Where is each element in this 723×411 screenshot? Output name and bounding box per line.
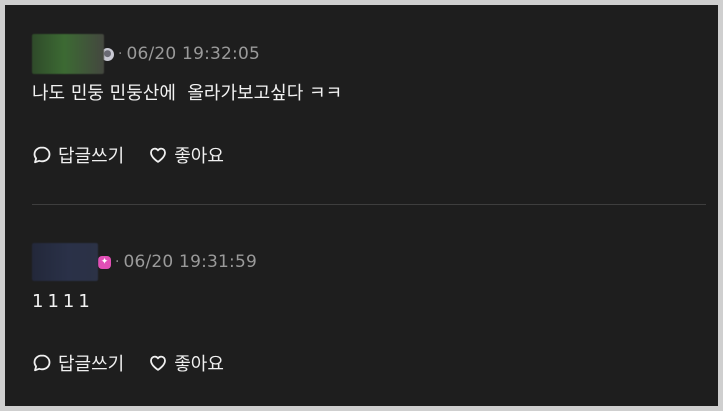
heart-icon — [150, 355, 167, 371]
comment-actions: 답글쓰기 좋아요 — [32, 143, 706, 167]
comment-text: 1111 — [32, 291, 94, 312]
comment-meta: ✦ · 06/20 19:31:59 — [32, 242, 706, 282]
comment-divider — [32, 204, 706, 205]
meta-separator: · — [118, 46, 123, 62]
reply-label: 답글쓰기 — [58, 354, 125, 375]
comment-text: 나도 민둥 민둥산에 올라가보고싶다 ㅋㅋ — [32, 83, 343, 104]
meta-separator: · — [115, 254, 120, 270]
comment-timestamp: 06/20 19:32:05 — [126, 44, 260, 64]
speech-bubble-icon — [33, 146, 51, 164]
avatar[interactable] — [32, 243, 98, 281]
comment-timestamp: 06/20 19:31:59 — [123, 252, 257, 272]
avatar[interactable] — [32, 34, 104, 74]
comment-item: ● · 06/20 19:32:05 나도 민둥 민둥산에 올라가보고싶다 ㅋㅋ… — [32, 34, 706, 167]
comment-list: ● · 06/20 19:32:05 나도 민둥 민둥산에 올라가보고싶다 ㅋㅋ… — [5, 5, 718, 406]
comment-actions: 답글쓰기 좋아요 — [32, 351, 706, 375]
reply-button[interactable]: 답글쓰기 — [32, 142, 124, 168]
comment-meta: ● · 06/20 19:32:05 — [32, 34, 706, 74]
comment-item: ✦ · 06/20 19:31:59 1111 답글쓰기 좋아요 — [32, 242, 706, 375]
speech-bubble-icon — [33, 354, 51, 372]
like-button[interactable]: 좋아요 — [148, 350, 224, 376]
pink-hexagon-badge-icon: ✦ — [98, 255, 111, 269]
like-label: 좋아요 — [174, 146, 224, 167]
heart-icon — [150, 147, 167, 163]
like-button[interactable]: 좋아요 — [148, 142, 224, 168]
like-label: 좋아요 — [174, 354, 224, 375]
reply-label: 답글쓰기 — [58, 146, 125, 167]
reply-button[interactable]: 답글쓰기 — [32, 350, 124, 376]
